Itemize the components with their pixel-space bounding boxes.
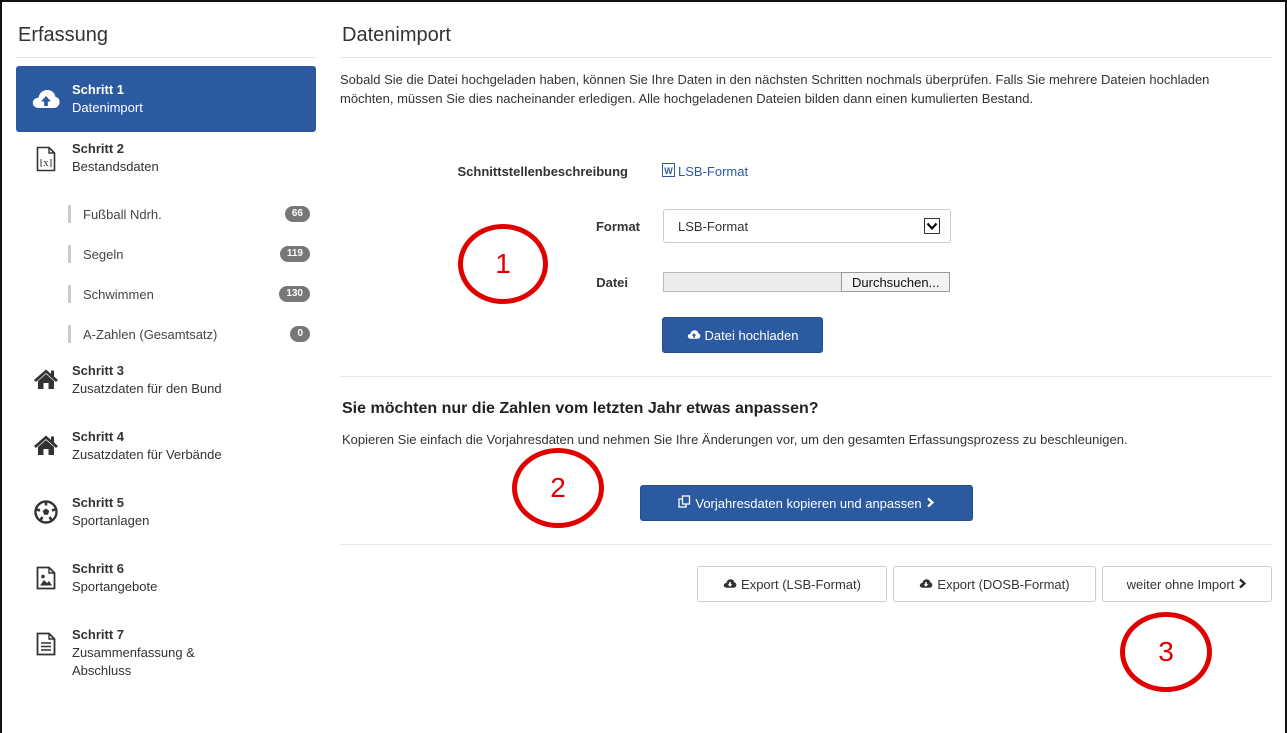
- lsb-format-link-text: LSB-Format: [678, 164, 749, 179]
- sidebar-step-6[interactable]: Schritt 6 Sportangebote: [16, 552, 316, 618]
- step-name: Sportanlagen: [72, 513, 150, 528]
- word-document-icon: W: [662, 163, 675, 180]
- annotation-number: 3: [1158, 636, 1174, 667]
- subitem-label: Schwimmen: [83, 286, 154, 302]
- upload-button[interactable]: Datei hochladen: [662, 317, 823, 353]
- sidebar: Erfassung Schritt 1 Datenimport x Schrit…: [16, 16, 316, 698]
- annotation-number: 2: [550, 472, 566, 503]
- annotation-circle-2: 2: [512, 448, 604, 528]
- svg-text:x: x: [43, 157, 49, 169]
- sidebar-step-7[interactable]: Schritt 7 Zusammenfassung & Abschluss: [16, 618, 316, 698]
- sidebar-step-2[interactable]: x Schritt 2 Bestandsdaten: [16, 132, 316, 194]
- step-name: Zusatzdaten für Verbände: [72, 447, 222, 462]
- step-name: Zusammenfassung & Abschluss: [72, 645, 195, 678]
- step-number: Schritt 2: [72, 141, 125, 156]
- file-path-field[interactable]: [663, 272, 841, 292]
- sidebar-title: Erfassung: [16, 16, 316, 58]
- home-icon: [26, 362, 66, 390]
- sidebar-step-3[interactable]: Schritt 3 Zusatzdaten für den Bund: [16, 354, 316, 420]
- upload-button-label: Datei hochladen: [704, 327, 799, 343]
- lsb-format-link[interactable]: W LSB-Format: [662, 163, 748, 180]
- subitem-label: Segeln: [83, 246, 124, 262]
- chevron-right-icon: [1238, 577, 1247, 592]
- step-name: Bestandsdaten: [72, 159, 159, 174]
- step-number: Schritt 4: [72, 429, 125, 444]
- annotation-number: 1: [495, 248, 511, 279]
- file-input[interactable]: Durchsuchen...: [663, 272, 951, 292]
- document-icon: [26, 626, 66, 656]
- step-number: Schritt 3: [72, 363, 125, 378]
- annotation-circle-3: 3: [1120, 612, 1212, 692]
- subitem-bar: [68, 245, 71, 263]
- step-name: Datenimport: [72, 100, 143, 115]
- divider: [340, 376, 1272, 377]
- continue-without-import-button[interactable]: weiter ohne Import: [1102, 566, 1272, 602]
- excel-file-icon: x: [26, 140, 66, 172]
- step-name: Zusatzdaten für den Bund: [72, 381, 222, 396]
- count-badge: 130: [279, 286, 310, 302]
- cloud-upload-icon: [687, 328, 701, 343]
- sidebar-step-1[interactable]: Schritt 1 Datenimport: [16, 66, 316, 132]
- image-file-icon: [26, 560, 66, 590]
- count-badge: 0: [290, 326, 310, 342]
- cloud-upload-icon: [26, 88, 66, 110]
- sidebar-step-4[interactable]: Schritt 4 Zusatzdaten für Verbände: [16, 420, 316, 486]
- page-title: Datenimport: [340, 16, 1272, 58]
- sidebar-step-5[interactable]: Schritt 5 Sportanlagen: [16, 486, 316, 552]
- subitem-bar: [68, 285, 71, 303]
- cloud-download-icon: [919, 577, 933, 592]
- step-name: Sportangebote: [72, 579, 158, 594]
- export-lsb-button[interactable]: Export (LSB-Format): [697, 566, 887, 602]
- browse-button[interactable]: Durchsuchen...: [841, 272, 951, 292]
- intro-text: Sobald Sie die Datei hochgeladen haben, …: [340, 72, 1210, 106]
- copy-button-label: Vorjahresdaten kopieren und anpassen: [695, 495, 922, 511]
- chevron-down-icon[interactable]: [924, 218, 940, 234]
- copy-previous-year-button[interactable]: Vorjahresdaten kopieren und anpassen: [640, 485, 973, 521]
- subitem-bar: [68, 325, 71, 343]
- step-number: Schritt 7: [72, 627, 125, 642]
- format-select[interactable]: LSB-Format: [663, 209, 951, 243]
- sidebar-subitem-fussball[interactable]: Fußball Ndrh. 66: [16, 194, 316, 234]
- step-number: Schritt 6: [72, 561, 125, 576]
- export-dosb-button[interactable]: Export (DOSB-Format): [893, 566, 1096, 602]
- soccer-ball-icon: [26, 494, 66, 524]
- export-lsb-label: Export (LSB-Format): [741, 576, 861, 592]
- subitem-label: Fußball Ndrh.: [83, 206, 162, 222]
- sidebar-subitem-a-zahlen[interactable]: A-Zahlen (Gesamtsatz) 0: [16, 314, 316, 354]
- step-number: Schritt 1: [72, 82, 125, 97]
- interface-description-row: Schnittstellenbeschreibung W LSB-Format: [420, 163, 748, 180]
- interface-description-label: Schnittstellenbeschreibung: [457, 164, 628, 179]
- subitem-label: A-Zahlen (Gesamtsatz): [83, 326, 218, 342]
- step-number: Schritt 5: [72, 495, 125, 510]
- count-badge: 119: [279, 246, 310, 262]
- main-content: Datenimport Sobald Sie die Datei hochgel…: [340, 16, 1272, 108]
- cloud-download-icon: [723, 577, 737, 592]
- sidebar-subitem-schwimmen[interactable]: Schwimmen 130: [16, 274, 316, 314]
- annotation-circle-1: 1: [458, 224, 548, 304]
- subitem-bar: [68, 205, 71, 223]
- section-title: Sie möchten nur die Zahlen vom letzten J…: [342, 400, 819, 417]
- format-select-value: LSB-Format: [678, 218, 749, 234]
- count-badge: 66: [284, 206, 310, 222]
- continue-label: weiter ohne Import: [1126, 576, 1235, 592]
- svg-text:W: W: [664, 166, 673, 176]
- export-dosb-label: Export (DOSB-Format): [937, 576, 1070, 592]
- divider: [340, 544, 1272, 545]
- sidebar-subitem-segeln[interactable]: Segeln 119: [16, 234, 316, 274]
- chevron-right-icon: [926, 496, 935, 511]
- copy-icon: [678, 495, 691, 511]
- section-text: Kopieren Sie einfach die Vorjahresdaten …: [342, 432, 1128, 447]
- home-icon: [26, 428, 66, 456]
